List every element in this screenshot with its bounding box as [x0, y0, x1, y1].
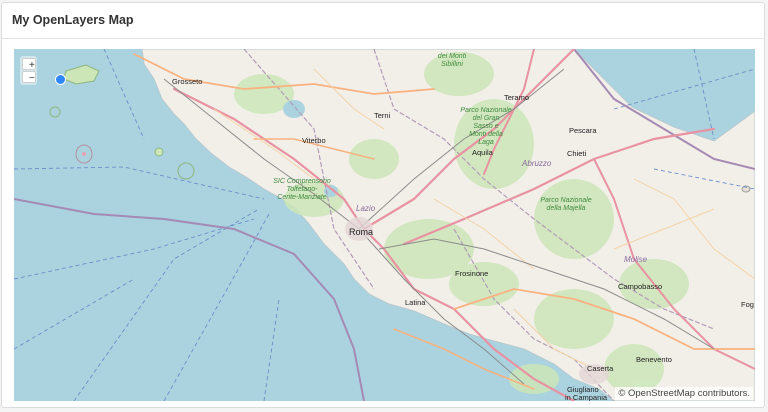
- label-campobasso: Campobasso: [618, 282, 662, 291]
- label-abruzzo: Abruzzo: [521, 159, 552, 168]
- map-viewport[interactable]: Grosseto Terni Teramo Pescara Viterbo Aq…: [14, 49, 755, 401]
- svg-text:Laga: Laga: [478, 139, 494, 146]
- svg-text:Cerite-Manziate: Cerite-Manziate: [277, 194, 327, 201]
- svg-text:Tolfetano-: Tolfetano-: [287, 186, 319, 193]
- svg-text:Sibillini: Sibillini: [441, 61, 463, 68]
- island-giglio: [154, 147, 164, 157]
- label-aquila: Aquila: [472, 148, 494, 157]
- label-pescara: Pescara: [569, 126, 597, 135]
- label-roma: Roma: [349, 227, 373, 237]
- svg-text:del Gran: del Gran: [473, 115, 500, 122]
- label-teramo: Teramo: [504, 93, 529, 102]
- label-foggia: Fog: [741, 300, 754, 309]
- attribution[interactable]: © OpenStreetMap contributors.: [615, 387, 753, 400]
- label-viterbo: Viterbo: [302, 136, 326, 145]
- svg-text:Sasso e: Sasso e: [473, 123, 498, 130]
- label-lazio: Lazio: [356, 204, 376, 213]
- svg-text:SIC Comprensorio: SIC Comprensorio: [273, 178, 331, 185]
- zoom-in-button[interactable]: +: [22, 58, 36, 71]
- map-canvas[interactable]: Grosseto Terni Teramo Pescara Viterbo Aq…: [14, 49, 755, 401]
- page-title: My OpenLayers Map: [12, 13, 134, 27]
- label-latina: Latina: [405, 298, 426, 307]
- card-header: My OpenLayers Map: [2, 3, 764, 39]
- label-giugliano-2: in Campania: [565, 393, 608, 401]
- zoom-out-button[interactable]: −: [22, 71, 36, 84]
- zoom-control: + −: [20, 56, 37, 85]
- map-card: My OpenLayers Map Grosseto Terni Teramo …: [1, 2, 765, 408]
- location-marker[interactable]: [55, 74, 66, 85]
- label-frosinone: Frosinone: [455, 269, 488, 278]
- svg-text:della Majella: della Majella: [547, 205, 586, 212]
- label-terni: Terni: [374, 111, 391, 120]
- label-caserta: Caserta: [587, 364, 614, 373]
- svg-text:Monti della: Monti della: [469, 131, 503, 138]
- svg-text:Parco Nazionale: Parco Nazionale: [460, 107, 511, 114]
- label-benevento: Benevento: [636, 355, 672, 364]
- svg-text:dei Monti: dei Monti: [438, 53, 467, 60]
- label-molise: Molise: [624, 255, 648, 264]
- label-grosseto: Grosseto: [172, 77, 202, 86]
- svg-text:Parco Nazionale: Parco Nazionale: [540, 197, 591, 204]
- label-chieti: Chieti: [567, 149, 587, 158]
